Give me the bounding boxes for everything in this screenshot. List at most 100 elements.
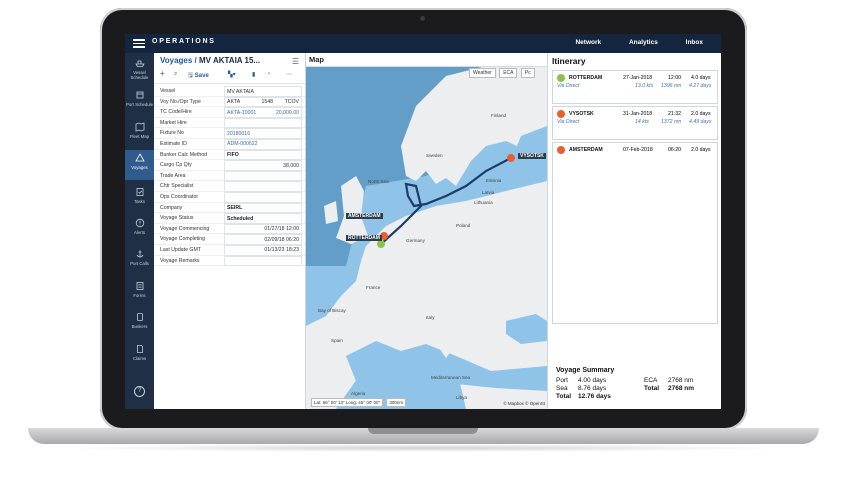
field-value[interactable]: AKTA-10001 20,000.00 [224,107,302,118]
stop-port: VYSOTSK [569,111,594,117]
add-icon[interactable]: + [160,69,165,78]
field-value[interactable]: MV AKTAIA [224,86,302,97]
save-button[interactable]: 🖫 Save [188,71,209,81]
itinerary-stop[interactable]: AMSTERDAM 07-Feb-2018 06:20 2.0 days [552,142,718,324]
field-value[interactable] [224,117,302,129]
field-value[interactable]: 02/09/18 06:20 [224,234,302,245]
laptop-notch [368,428,478,434]
screen: OPERATIONS Network Analytics Inbox Vesse… [125,34,721,409]
summary-total-label: Total [556,393,572,400]
summary-sea-label: Sea [556,385,568,392]
label-libya: Libya [456,395,467,400]
field-value-text: FIFO [227,152,239,159]
menu-icon[interactable]: ☰ [292,57,299,66]
summary-port-label: Port [556,377,568,384]
stop-row: AMSTERDAM 07-Feb-2018 06:20 2.0 days [553,147,717,155]
nav-inbox[interactable]: Inbox [686,39,703,46]
field-value[interactable]: 01/27/18 12:00 [224,223,302,235]
voyage-title: Voyages / MV AKTAIA 15... [160,56,260,65]
stop-leg-row: Via Direct 13.0 kts 1396 nm 4.27 days [553,83,717,91]
amsterdam-label: AMSTERDAM [346,213,383,219]
field-label: Market Hire [160,119,187,126]
top-nav: Network Analytics Inbox [549,39,703,46]
field-value[interactable]: 38,000 [224,160,302,171]
eca-button[interactable]: ECA [499,68,518,78]
sidebar-item-voyages[interactable]: Voyages [125,150,154,180]
alert-icon [135,218,144,228]
summary-eca-value: 2768 nm [668,377,694,384]
map-controls: Weather ECA Pc [469,68,537,78]
field-label: Voyage Remarks [160,257,200,264]
search-icon[interactable]: ⌕ [174,71,177,78]
map-panel[interactable]: Map Weather ECA Pc AMSTERDAM ROTTERDAM V… [306,53,547,409]
label-sweden: Sweden [426,153,443,158]
field-value[interactable] [224,181,302,192]
field-value[interactable]: 01/13/23 18:23 [224,244,302,256]
itinerary-stop[interactable]: ROTTERDAM 27-Jan-2018 12:00 4.0 days Via Dir… [552,70,718,104]
coords-readout: Lat: 66° 00' 13" Long: 45° 00' 00" [311,398,384,407]
field-row: Ops Coordinator [154,191,305,203]
help-button[interactable]: ? [125,383,154,409]
stop-speed: 13.0 kts [635,83,654,89]
scale-bar: 300nm [386,398,407,407]
label-poland: Poland [456,223,471,228]
rotterdam-marker[interactable] [377,240,385,248]
map-header [306,53,547,67]
field-value[interactable]: Scheduled [224,213,302,224]
vysotsk-marker[interactable] [507,154,515,162]
sidebar-item-vessel-schedule[interactable]: Vessel Schedule [125,55,154,85]
nav-analytics[interactable]: Analytics [629,39,658,46]
stop-sea_days: 4.27 days [689,83,712,89]
field-value[interactable]: SEIRL [224,202,302,214]
nav-network[interactable]: Network [575,39,601,46]
voyage-name: MV AKTAIA 15... [199,56,261,65]
field-label: Voy No./Opr Type [160,98,201,105]
sidebar-item-alerts[interactable]: Alerts [125,215,154,245]
field-value-text: 20,000.00 [275,109,299,116]
field-value[interactable]: AKTA 1548 TCOV [224,96,302,108]
sidebar-item-bunkers[interactable]: Bunkers [125,309,154,339]
field-row: Voy No./Opr Type AKTA 1548 TCOV [154,96,305,108]
hamburger-icon[interactable] [133,39,145,48]
field-value-text: Scheduled [227,215,254,222]
rotterdam-label: ROTTERDAM [346,235,382,241]
sidebar-item-port-calls[interactable]: Port Calls [125,246,154,276]
map-canvas[interactable] [306,66,547,409]
delete-icon[interactable]: ▮ [252,71,255,78]
breadcrumb-voyages[interactable]: Voyages [160,56,192,65]
stop-dist: 1372 nm [661,119,682,125]
voyage-icon [134,153,145,162]
field-value[interactable]: FIFO [224,149,302,161]
field-row: Cargo Cp Qty 38,000 [154,160,305,171]
sidebar-item-fleet-map[interactable]: Fleet Map [125,119,154,149]
field-value[interactable] [224,255,302,267]
stop-port: ROTTERDAM [569,75,603,81]
sidebar-item-forms[interactable]: Forms [125,278,154,308]
more-icon[interactable]: ⋯ [286,71,292,78]
field-label: Voyage Status [160,215,194,222]
summary-total2-value: 2768 nm [668,385,695,392]
weather-button[interactable]: Weather [469,68,496,78]
itinerary-stop[interactable]: VYSOTSK 31-Jan-2018 21:32 2.0 days Via Direc… [552,106,718,140]
sidebar-item-claims[interactable]: Claims [125,341,154,371]
summary-total-value: 12.76 days [578,393,611,400]
back-icon[interactable]: ‹ [268,71,270,77]
stop-date: 27-Jan-2018 [623,75,653,81]
field-value[interactable] [224,170,302,182]
sidebar-item-port-schedule[interactable]: Port Schedule [125,87,154,117]
field-value[interactable] [224,191,302,203]
sidebar-item-tasks[interactable]: Tasks [125,184,154,214]
port-icon [136,91,143,99]
voyage-toolbar: + ⌕ 🖫 Save ▚▾ ▮ ‹ ⋯ [154,68,305,84]
field-row: Last Update GMT 01/13/23 18:23 [154,244,305,256]
print-dropdown[interactable]: ▚▾ [228,71,236,78]
forms-icon [136,282,143,290]
stop-date: 31-Jan-2018 [623,111,653,117]
field-value[interactable]: 20180016 [224,128,302,139]
stop-dist: 1396 nm [661,83,682,89]
field-value[interactable]: ADM-000622 [224,138,302,150]
label-germany: Germany [406,238,425,243]
field-row: Chtr Specialist [154,181,305,192]
summary-eca-label: ECA [644,377,658,384]
pc-button[interactable]: Pc [520,68,535,78]
